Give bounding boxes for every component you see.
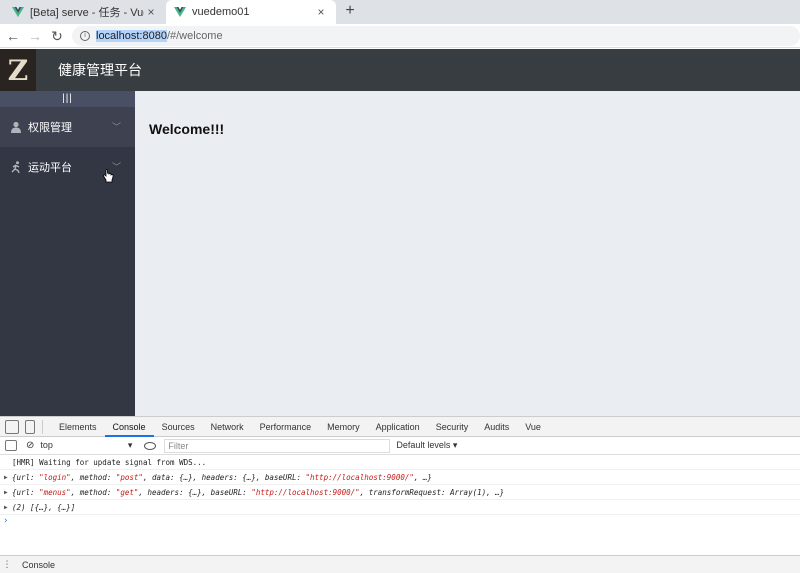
sidebar-item-permissions[interactable]: 权限管理 ﹀ [0,107,135,147]
log-string: "post" [115,473,143,482]
address-bar[interactable]: i localhost:8080/#/welcome [72,26,800,46]
log-text: {url: [12,473,40,482]
console-log-line[interactable]: ▶ (2) [{…}, {…}] [0,500,800,515]
console-log-line[interactable]: ▶ {url: "menus", method: "get", headers:… [0,485,800,500]
log-text: , …} [413,473,432,482]
dropdown-arrow-icon: ▾ [127,440,133,450]
devtools-tab-console[interactable]: Console [104,417,154,437]
url-host: localhost:8080 [96,30,167,42]
log-string: "get" [115,488,139,497]
devtools-tab-vue[interactable]: Vue [517,417,549,437]
browser-tabstrip: [Beta] serve - 任务 - Vue CLI × vuedemo01 … [0,0,800,24]
tab-title: vuedemo01 [192,6,250,18]
log-text: {url: [12,488,40,497]
expand-triangle-icon[interactable]: ▶ [4,485,8,500]
browser-tab-vuedemo01[interactable]: vuedemo01 × [166,0,336,24]
log-text: , method: [70,488,116,497]
sidebar: ||| 权限管理 ﹀ 运动平台 ﹀ [0,91,135,416]
drawer-tab-console[interactable]: Console [22,560,55,570]
url-text[interactable]: localhost:8080/#/welcome [96,30,223,42]
divider [42,419,43,434]
hand-cursor-icon [103,169,114,183]
devtools-tab-sources[interactable]: Sources [154,417,203,437]
devtools-tab-application[interactable]: Application [368,417,428,437]
vue-favicon-icon [12,7,24,17]
console-output: [HMR] Waiting for update signal from WDS… [0,455,800,527]
sidebar-item-sports[interactable]: 运动平台 ﹀ [0,147,135,187]
devtools-tab-security[interactable]: Security [428,417,477,437]
context-selector[interactable]: top ▾ [40,440,132,451]
close-icon[interactable]: × [314,5,328,19]
vue-favicon-icon [174,7,186,17]
sidebar-item-label: 运动平台 [28,162,72,174]
devtools-tabbar: Elements Console Sources Network Perform… [0,417,800,437]
filter-input[interactable]: Filter [164,438,391,453]
console-toolbar: ⊘ top ▾ Filter Default levels ▾ [0,437,800,455]
browser-tab-vue-cli[interactable]: [Beta] serve - 任务 - Vue CLI × [4,0,166,24]
devtools-tab-elements[interactable]: Elements [51,417,105,437]
log-text: , data: {…}, headers: {…}, baseURL: [142,473,306,482]
main-content: Welcome!!! [135,91,800,416]
log-text: , transformRequest: Array(1), …} [359,488,505,497]
tab-title: [Beta] serve - 任务 - Vue CLI [30,7,144,19]
info-icon[interactable]: i [80,31,90,41]
console-log-line: [HMR] Waiting for update signal from WDS… [0,455,800,470]
chevron-down-icon: ﹀ [111,122,121,132]
app-logo: Z [0,49,36,91]
url-path: /#/welcome [166,30,223,42]
devtools-tab-network[interactable]: Network [203,417,252,437]
app-title: 健康管理平台 [58,62,142,78]
sidebar-toggle-button[interactable]: ||| [0,91,135,107]
back-arrow-icon[interactable]: ← [4,27,22,45]
browser-toolbar: ← → ↻ i localhost:8080/#/welcome [0,24,800,48]
log-text: (2) [{…}, {…}] [12,503,76,512]
sidebar-item-label: 权限管理 [28,122,72,134]
log-string: "menus" [39,488,71,497]
eye-icon[interactable] [144,441,157,450]
log-text: , method: [70,473,116,482]
log-text: , headers: {…}, baseURL: [138,488,252,497]
sidebar-toggle-icon[interactable] [5,440,17,451]
inspect-element-icon[interactable] [5,419,19,434]
device-toolbar-icon[interactable] [25,419,35,434]
expand-triangle-icon[interactable]: ▶ [4,500,8,515]
console-log-line[interactable]: ▶ {url: "login", method: "post", data: {… [0,470,800,485]
devtools-tab-audits[interactable]: Audits [476,417,517,437]
devtools-panel: Elements Console Sources Network Perform… [0,416,800,573]
welcome-heading: Welcome!!! [149,121,225,137]
log-levels-dropdown[interactable]: Default levels ▾ [396,440,457,451]
new-tab-button[interactable]: + [341,2,359,20]
expand-triangle-icon[interactable]: ▶ [4,470,8,485]
devtools-drawer: ⋮ Console [0,555,800,573]
context-value: top [40,440,53,450]
devtools-tab-memory[interactable]: Memory [319,417,368,437]
close-icon[interactable]: × [144,5,158,19]
reload-icon[interactable]: ↻ [48,27,66,45]
devtools-tab-performance[interactable]: Performance [252,417,320,437]
log-string: "login" [39,473,71,482]
logo-letter: Z [7,53,29,87]
run-icon [11,161,20,173]
log-string: "http://localhost:9000/" [251,488,360,497]
clear-console-icon[interactable]: ⊘ [26,440,34,451]
app-header: Z 健康管理平台 [0,49,800,91]
user-icon [11,121,21,133]
log-string: "http://localhost:9000/" [305,473,414,482]
console-prompt[interactable]: › [0,515,800,527]
forward-arrow-icon[interactable]: → [26,27,44,45]
more-options-icon[interactable]: ⋮ [0,559,14,570]
